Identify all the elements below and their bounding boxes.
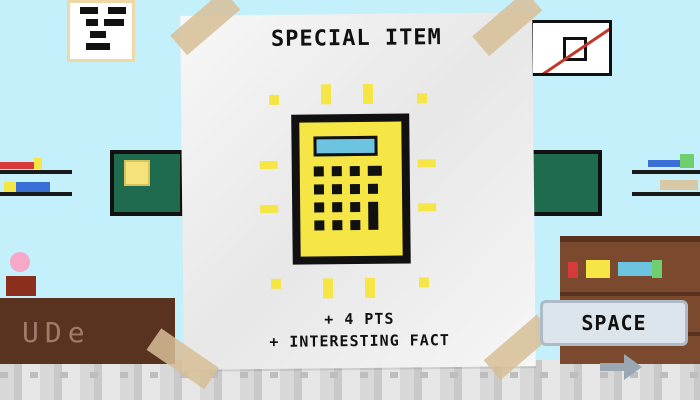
shelf-right-upper <box>632 170 700 174</box>
glow-ray <box>259 160 278 170</box>
chalkboard-right <box>528 150 602 216</box>
flower <box>10 252 30 272</box>
book <box>0 162 34 169</box>
card-title: SPECIAL ITEM <box>270 25 442 52</box>
reward-extra: + INTERESTING FACT <box>269 331 450 351</box>
chalkboard-left <box>110 150 184 216</box>
book <box>660 180 698 190</box>
shelf-left-lower <box>0 192 72 196</box>
arrow-right-icon[interactable] <box>600 352 644 382</box>
flower-pot <box>6 276 36 296</box>
glow-ray <box>322 278 334 299</box>
glow-ray <box>320 84 332 105</box>
wall-picture-left <box>67 0 135 62</box>
reward-points: + 4 PTS <box>324 309 395 329</box>
book <box>680 154 694 168</box>
game-scene: UDe SPECIAL ITEM + 4 PTS + INTERESTING F… <box>0 0 700 400</box>
glow-ray <box>364 277 376 298</box>
book <box>4 182 16 192</box>
book <box>34 158 42 169</box>
glow-ray <box>270 278 282 289</box>
shelf-left-upper <box>0 170 72 174</box>
space-button[interactable]: SPACE <box>540 300 688 346</box>
no-sign-picture <box>530 20 612 76</box>
book <box>16 182 50 192</box>
calculator-screen <box>313 135 378 157</box>
book <box>648 160 680 167</box>
glow-ray <box>418 277 430 288</box>
glow-ray <box>416 93 428 104</box>
glow-ray <box>268 94 280 105</box>
glow-ray <box>417 159 436 168</box>
calculator-icon <box>291 113 411 265</box>
glow-ray <box>260 204 279 214</box>
glow-ray <box>418 203 437 212</box>
shelf-right-lower <box>632 192 700 196</box>
desk-sign: UDe <box>22 316 91 349</box>
glow-ray <box>362 83 374 104</box>
sticky-note <box>124 160 150 186</box>
special-item-card: SPECIAL ITEM + 4 PTS + INTERESTING FACT <box>146 0 554 390</box>
